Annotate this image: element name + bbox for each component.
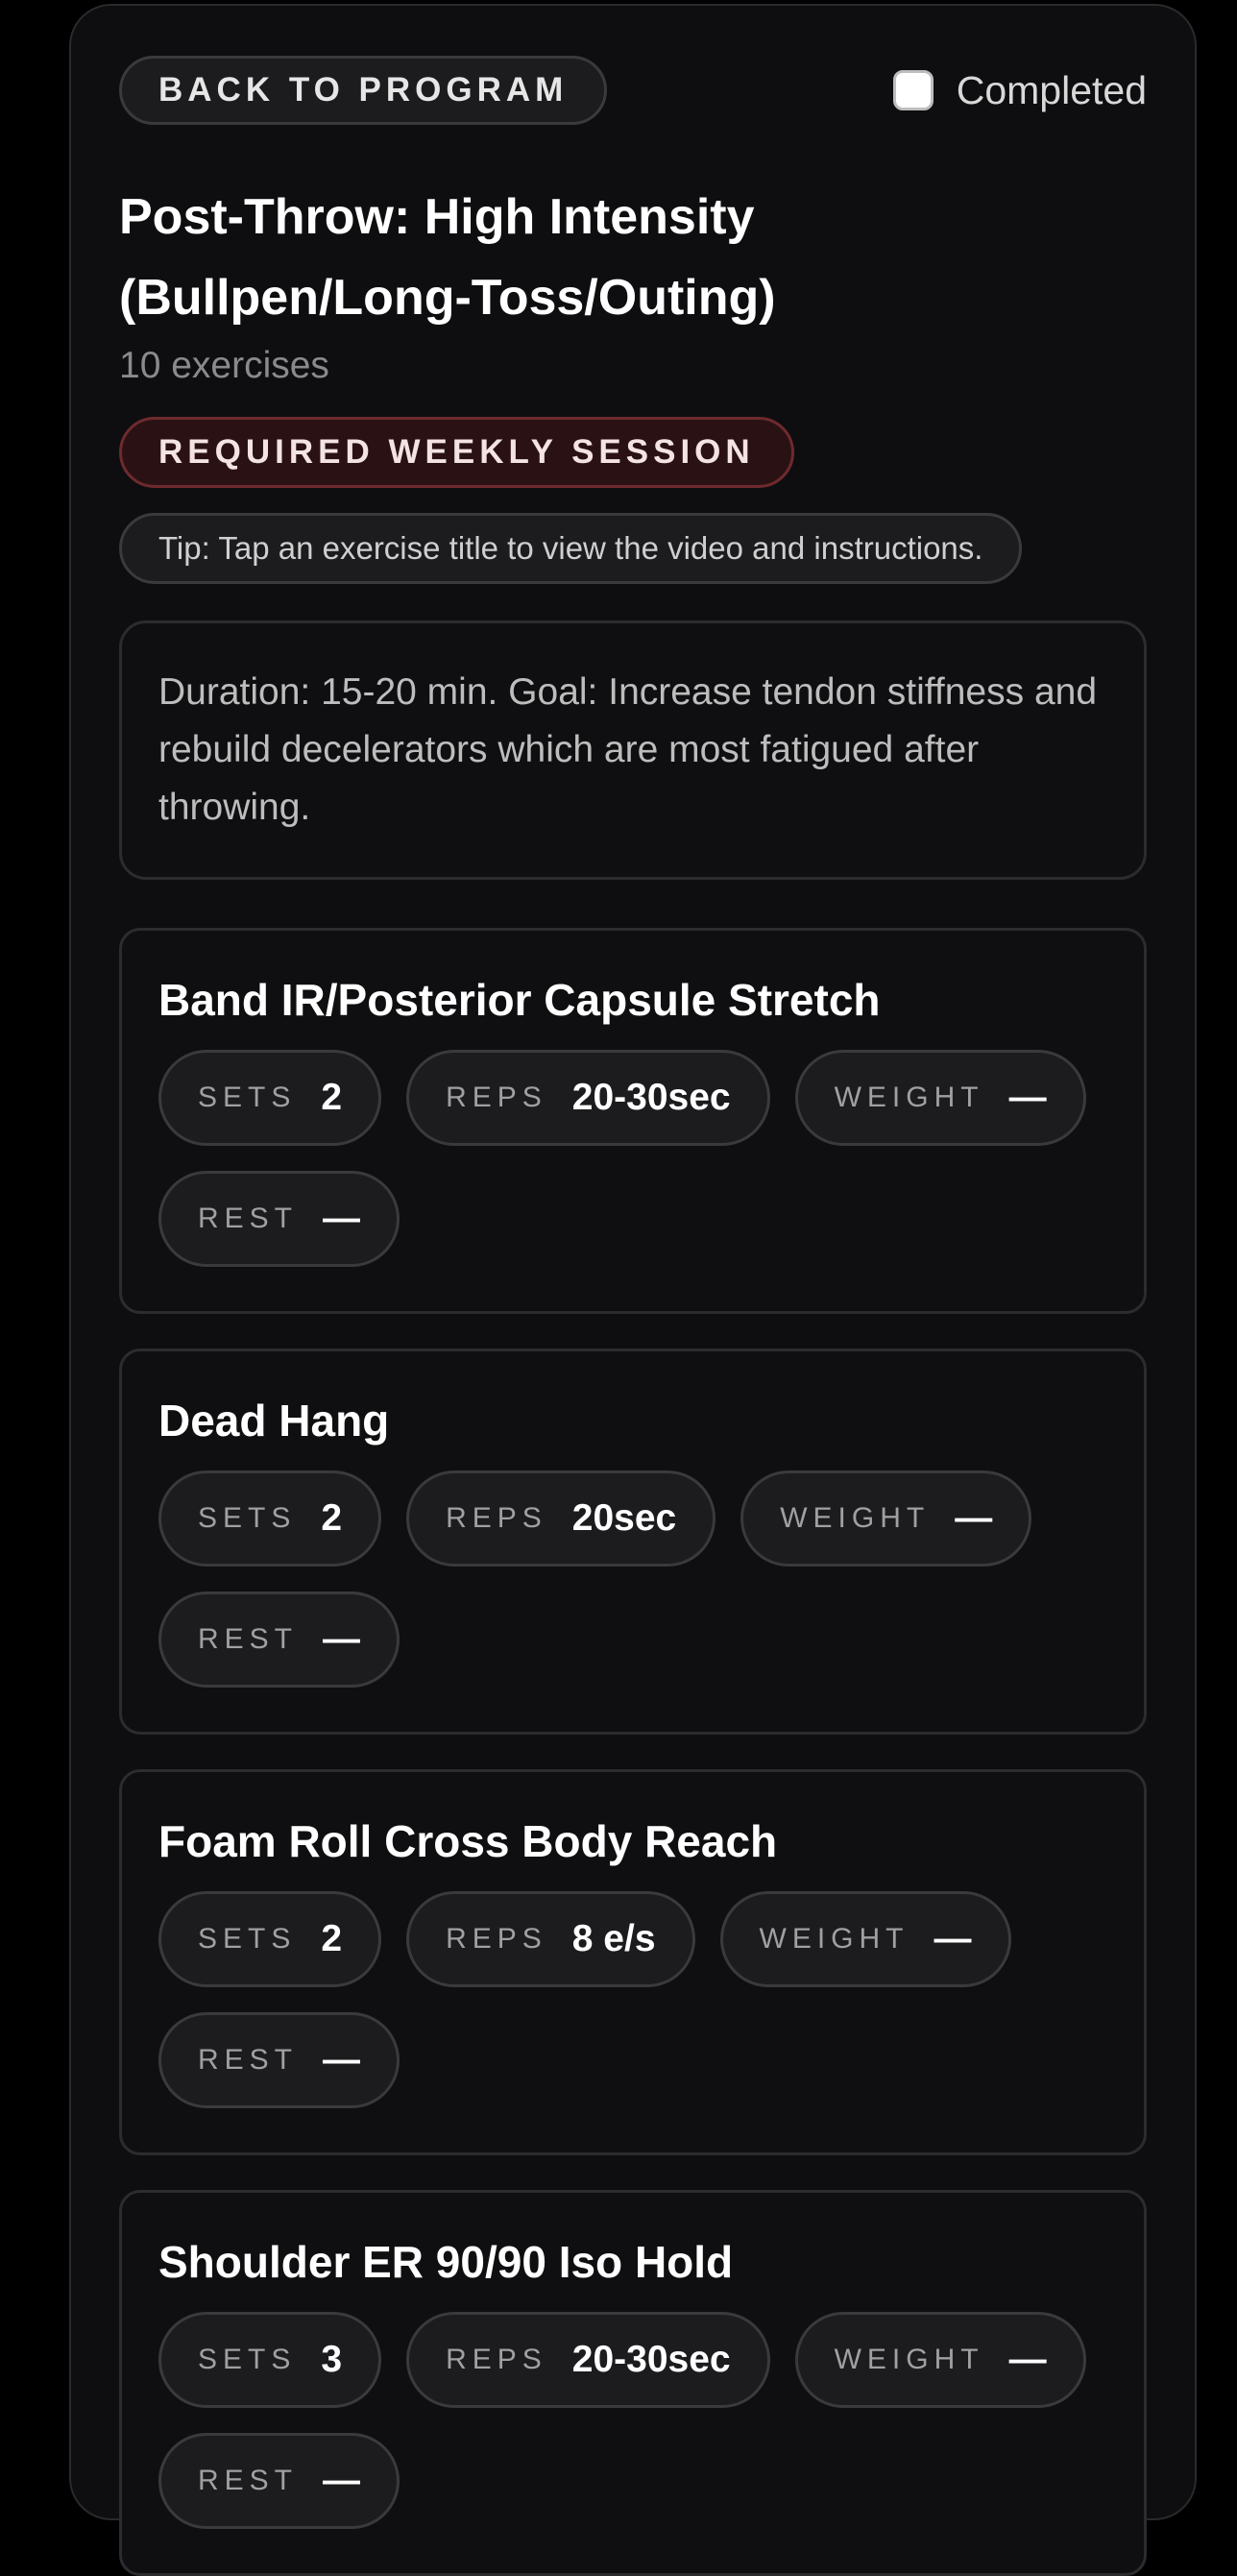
weight-value: —	[1008, 2339, 1047, 2380]
rest-label: REST	[198, 1203, 299, 1234]
exercise-stats: SETS 3 REPS 20-30sec WEIGHT — REST —	[158, 2312, 1107, 2529]
sets-value: 3	[321, 2339, 343, 2380]
reps-chip: REPS 8 e/s	[406, 1891, 695, 1987]
exercise-count: 10 exercises	[119, 345, 329, 386]
rest-label: REST	[198, 2465, 299, 2496]
completed-label: Completed	[956, 67, 1147, 112]
sets-chip: SETS 2	[158, 1891, 382, 1987]
sets-label: SETS	[198, 1502, 297, 1534]
weight-chip: WEIGHT —	[794, 1050, 1086, 1146]
completed-checkbox[interactable]	[892, 70, 934, 110]
weight-value: —	[934, 1918, 972, 1959]
required-session-badge: REQUIRED WEEKLY SESSION	[119, 417, 794, 488]
weight-chip: WEIGHT —	[794, 2312, 1086, 2408]
exercise-title[interactable]: Band IR/Posterior Capsule Stretch	[158, 971, 1107, 1029]
weight-label: WEIGHT	[780, 1502, 931, 1534]
exercise-card: Band IR/Posterior Capsule Stretch SETS 2…	[119, 928, 1147, 1314]
sets-chip: SETS 2	[158, 1050, 382, 1146]
rest-value: —	[323, 2039, 361, 2080]
weight-chip: WEIGHT —	[740, 1470, 1032, 1567]
rest-value: —	[323, 2460, 361, 2501]
reps-value: 8 e/s	[571, 1918, 656, 1959]
exercise-stats: SETS 2 REPS 20sec WEIGHT — REST —	[158, 1470, 1107, 1688]
weight-label: WEIGHT	[834, 2344, 984, 2375]
rest-chip: REST —	[158, 2433, 400, 2529]
rest-chip: REST —	[158, 2012, 400, 2108]
session-content: BACK TO PROGRAM Completed Post-Throw: Hi…	[119, 54, 1147, 2576]
reps-chip: REPS 20-30sec	[406, 1050, 770, 1146]
exercise-card: Shoulder ER 90/90 Iso Hold SETS 3 REPS 2…	[119, 2190, 1147, 2576]
rest-label: REST	[198, 1623, 299, 1655]
sets-label: SETS	[198, 1923, 297, 1955]
exercise-stats: SETS 2 REPS 8 e/s WEIGHT — REST —	[158, 1891, 1107, 2108]
exercise-card: Foam Roll Cross Body Reach SETS 2 REPS 8…	[119, 1769, 1147, 2155]
weight-label: WEIGHT	[834, 1081, 984, 1113]
description-text: Duration: 15-20 min. Goal: Increase tend…	[158, 671, 1098, 828]
sets-value: 2	[321, 1497, 343, 1539]
top-bar: BACK TO PROGRAM Completed	[119, 54, 1147, 127]
reps-value: 20-30sec	[571, 2339, 731, 2380]
exercise-card: Dead Hang SETS 2 REPS 20sec WEIGHT — RES…	[119, 1349, 1147, 1735]
description-card: Duration: 15-20 min. Goal: Increase tend…	[119, 620, 1147, 880]
reps-label: REPS	[446, 1081, 547, 1113]
sets-chip: SETS 3	[158, 2312, 382, 2408]
rest-label: REST	[198, 2044, 299, 2076]
sets-value: 2	[321, 1918, 343, 1959]
sets-label: SETS	[198, 1081, 297, 1113]
tip-note: Tip: Tap an exercise title to view the v…	[119, 513, 1023, 584]
exercise-title[interactable]: Dead Hang	[158, 1392, 1107, 1449]
reps-chip: REPS 20-30sec	[406, 2312, 770, 2408]
exercise-title[interactable]: Shoulder ER 90/90 Iso Hold	[158, 2233, 1107, 2291]
weight-chip: WEIGHT —	[719, 1891, 1011, 1987]
reps-label: REPS	[446, 2344, 547, 2375]
weight-value: —	[1008, 1077, 1047, 1118]
rest-value: —	[323, 1618, 361, 1660]
weight-label: WEIGHT	[759, 1923, 910, 1955]
rest-chip: REST —	[158, 1171, 400, 1267]
reps-label: REPS	[446, 1502, 547, 1534]
page-title: Post-Throw: High Intensity (Bullpen/Long…	[119, 189, 776, 326]
rest-chip: REST —	[158, 1592, 400, 1688]
sets-chip: SETS 2	[158, 1470, 382, 1567]
reps-chip: REPS 20sec	[406, 1470, 716, 1567]
weight-value: —	[955, 1497, 993, 1539]
sets-label: SETS	[198, 2344, 297, 2375]
session-panel: BACK TO PROGRAM Completed Post-Throw: Hi…	[69, 4, 1197, 2576]
rest-value: —	[323, 1198, 361, 1239]
back-to-program-button[interactable]: BACK TO PROGRAM	[119, 56, 608, 125]
exercise-stats: SETS 2 REPS 20-30sec WEIGHT — REST —	[158, 1050, 1107, 1267]
sets-value: 2	[321, 1077, 343, 1118]
reps-value: 20-30sec	[571, 1077, 731, 1118]
completed-toggle[interactable]: Completed	[892, 67, 1147, 113]
reps-label: REPS	[446, 1923, 547, 1955]
exercise-title[interactable]: Foam Roll Cross Body Reach	[158, 1812, 1107, 1870]
reps-value: 20sec	[571, 1497, 677, 1539]
